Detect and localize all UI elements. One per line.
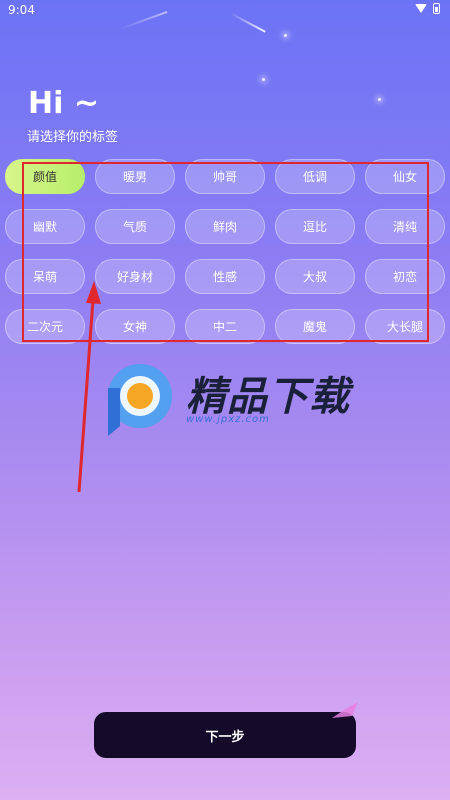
watermark-url: www.jpxz.com	[186, 414, 270, 425]
watermark: 精品下载 www.jpxz.com	[100, 358, 360, 442]
next-step-button[interactable]: 下一步	[94, 712, 356, 758]
watermark-logo	[108, 364, 172, 436]
sparkle-icon	[332, 702, 358, 718]
